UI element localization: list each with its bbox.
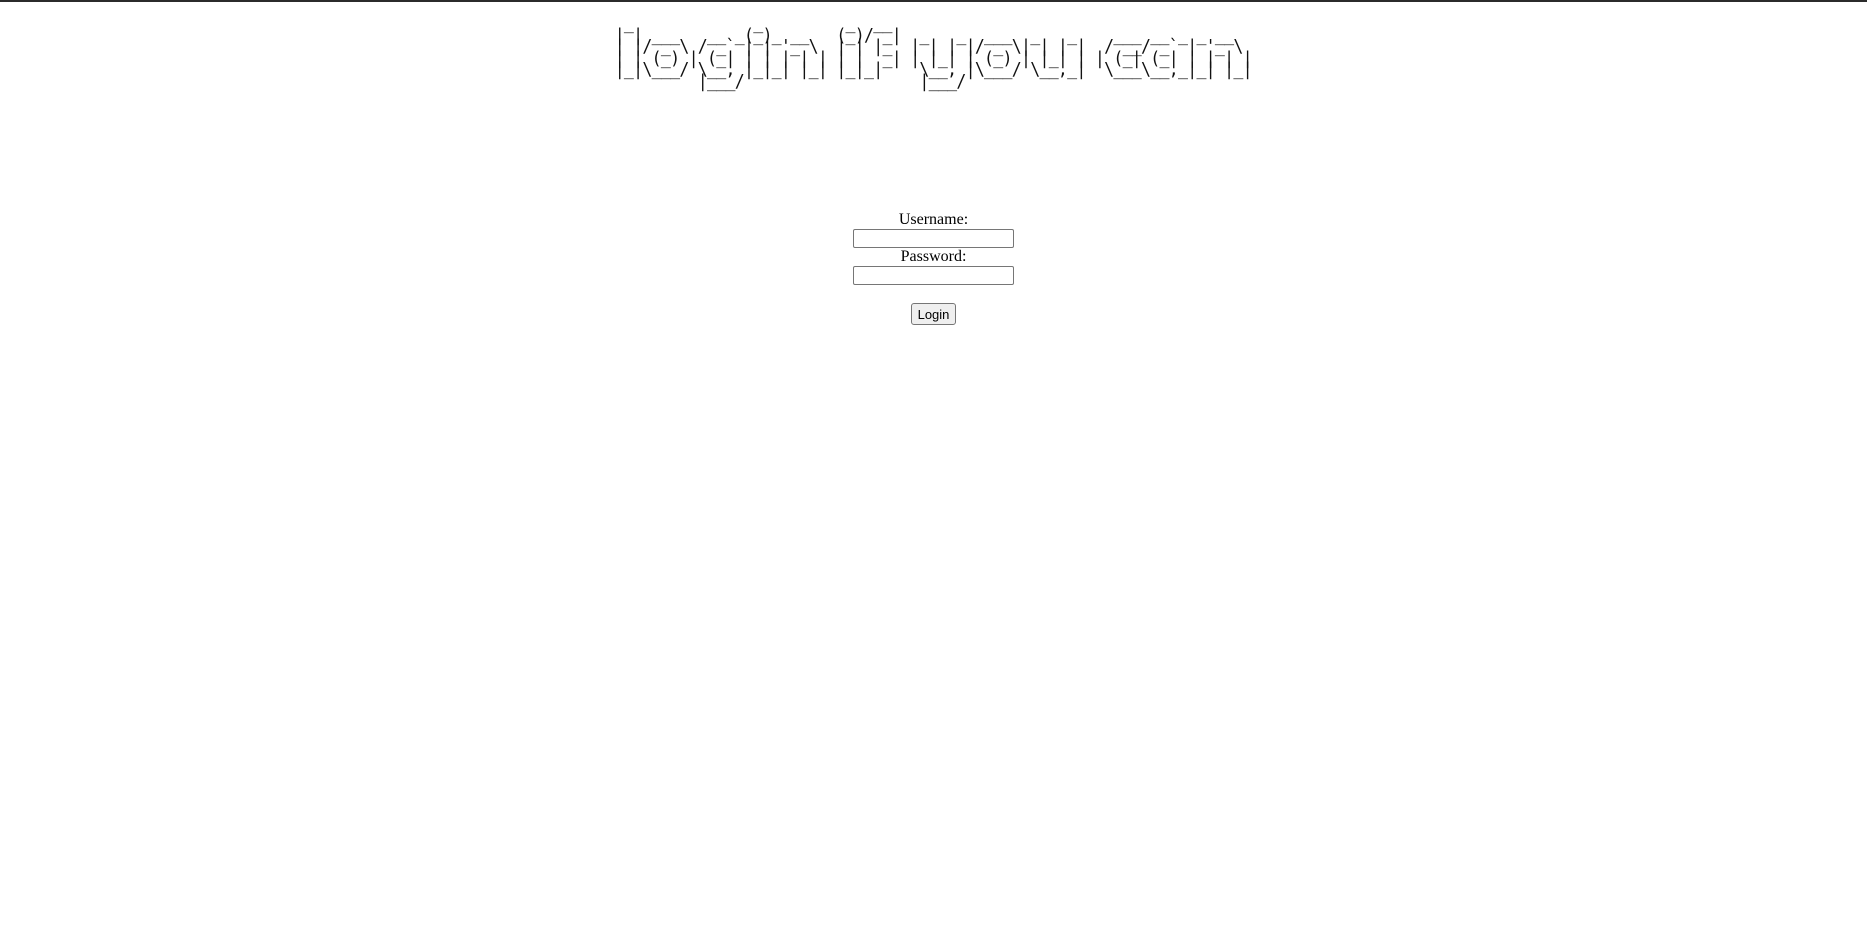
password-label: Password: bbox=[900, 248, 967, 265]
password-input[interactable] bbox=[853, 266, 1014, 285]
username-input[interactable] bbox=[853, 229, 1014, 248]
top-border bbox=[0, 0, 1867, 2]
username-label: Username: bbox=[898, 211, 969, 228]
ascii-banner-text: _ _ _ __ | | ___ __ _(_)_ __ (_)/ _| _ _… bbox=[614, 13, 1253, 92]
login-button[interactable]: Login bbox=[910, 303, 957, 325]
ascii-banner: _ _ _ __ | | ___ __ _(_)_ __ (_)/ _| _ _… bbox=[0, 13, 1867, 92]
login-form: Username: Password: Login bbox=[0, 211, 1867, 325]
